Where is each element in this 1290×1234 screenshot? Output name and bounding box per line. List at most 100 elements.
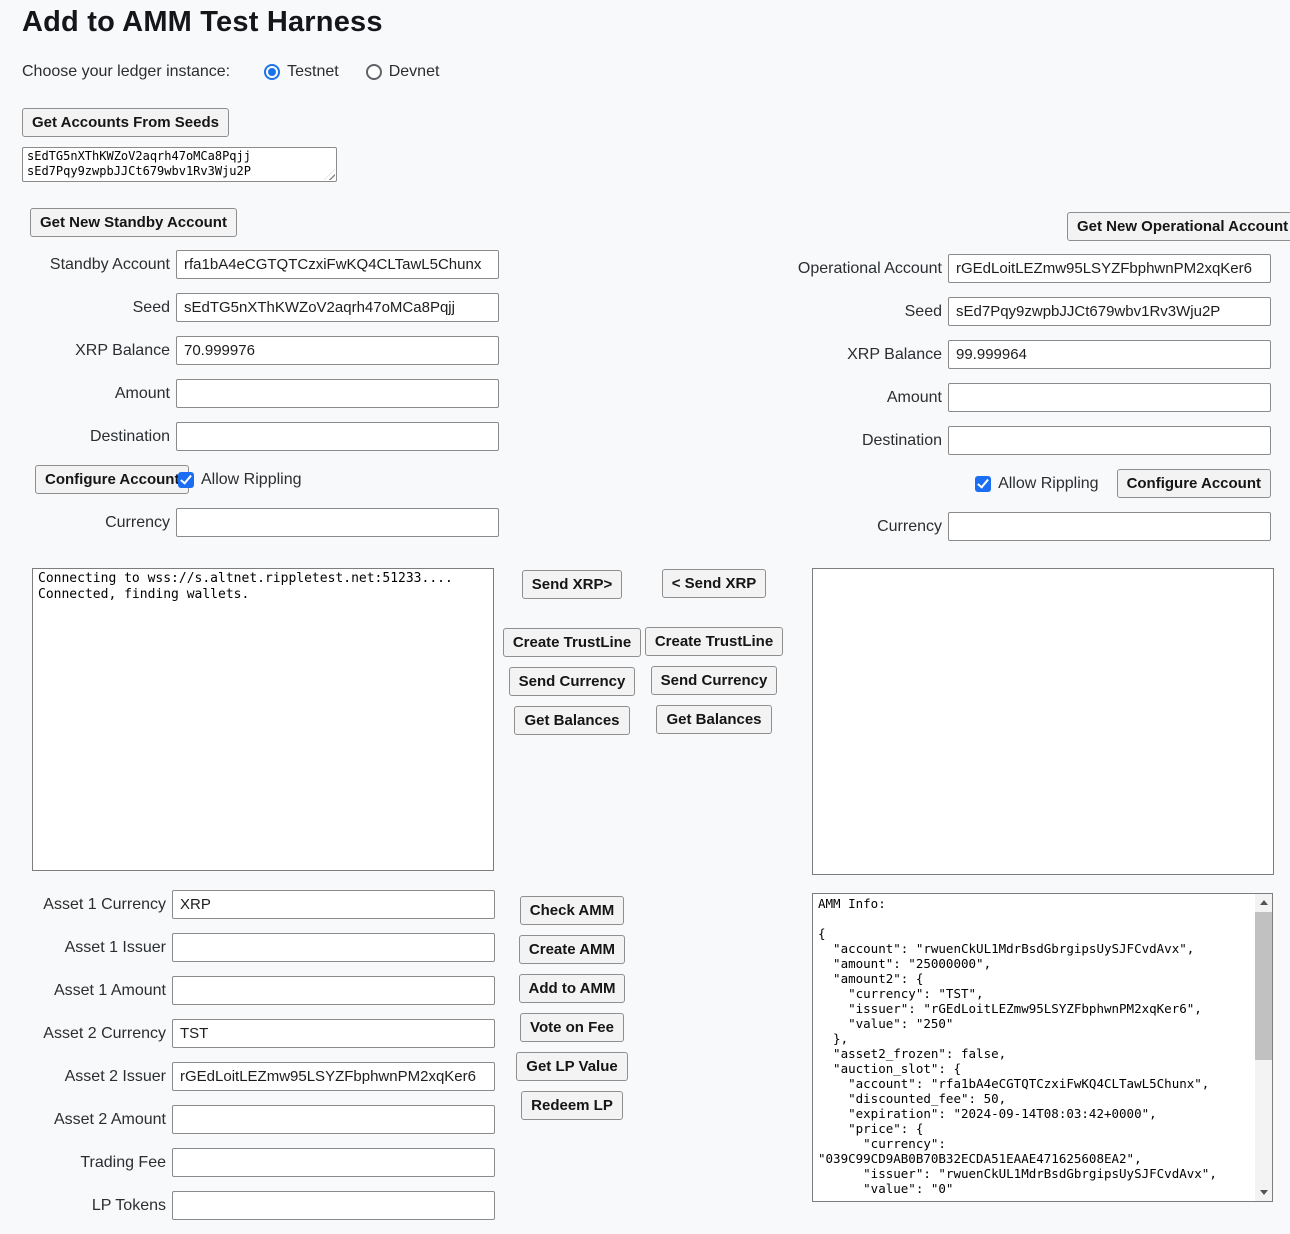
operational-amount-row: Amount <box>625 383 1271 412</box>
standby-amount-label: Amount <box>115 385 170 403</box>
operational-currency-label: Currency <box>877 518 942 536</box>
operational-currency-row: Currency <box>625 512 1271 541</box>
operational-results-text <box>813 569 1273 573</box>
standby-seed-row: Seed <box>0 293 499 322</box>
allow-rippling-label: Allow Rippling <box>998 475 1099 493</box>
standby-get-balances-button[interactable]: Get Balances <box>514 706 629 735</box>
seeds-textarea[interactable] <box>22 147 337 182</box>
lp-tokens-input[interactable] <box>172 1191 495 1220</box>
standby-currency-input[interactable] <box>176 508 499 537</box>
standby-balance-label: XRP Balance <box>75 342 170 360</box>
radio-testnet[interactable]: Testnet <box>264 63 339 81</box>
operational-account-input[interactable] <box>948 254 1271 283</box>
page-title: Add to AMM Test Harness <box>22 6 383 39</box>
create-amm-button[interactable]: Create AMM <box>519 935 625 964</box>
standby-balance-row: XRP Balance <box>0 336 499 365</box>
devnet-radio-icon[interactable] <box>366 64 382 80</box>
asset2-amount-label: Asset 2 Amount <box>54 1111 166 1129</box>
standby-actions-column: Send XRP> Create TrustLine Send Currency… <box>509 570 635 745</box>
asset1-amount-input[interactable] <box>172 976 495 1005</box>
operational-balance-label: XRP Balance <box>847 346 942 364</box>
amm-info-box[interactable]: AMM Info: { "account": "rwuenCkUL1MdrBsd… <box>812 893 1273 1202</box>
operational-create-trustline-button[interactable]: Create TrustLine <box>645 627 783 656</box>
standby-create-trustline-button[interactable]: Create TrustLine <box>503 628 641 657</box>
operational-form: Operational Account Seed XRP Balance Amo… <box>625 254 1271 555</box>
operational-seed-row: Seed <box>625 297 1271 326</box>
allow-rippling-label: Allow Rippling <box>201 471 302 489</box>
standby-destination-row: Destination <box>0 422 499 451</box>
scroll-up-icon[interactable] <box>1255 894 1272 911</box>
asset2-issuer-input[interactable] <box>172 1062 495 1091</box>
get-accounts-from-seeds-button[interactable]: Get Accounts From Seeds <box>22 108 229 137</box>
asset2-amount-row: Asset 2 Amount <box>0 1105 495 1134</box>
scroll-down-icon[interactable] <box>1255 1184 1272 1201</box>
amm-info-scrollbar[interactable] <box>1255 894 1272 1201</box>
operational-destination-input[interactable] <box>948 426 1271 455</box>
ledger-instance-label: Choose your ledger instance: <box>22 63 230 81</box>
operational-amount-input[interactable] <box>948 383 1271 412</box>
operational-balance-row: XRP Balance <box>625 340 1271 369</box>
operational-currency-input[interactable] <box>948 512 1271 541</box>
testnet-radio-label: Testnet <box>287 63 339 81</box>
testnet-radio-icon[interactable] <box>264 64 280 80</box>
allow-rippling-checkbox[interactable] <box>975 476 991 492</box>
operational-get-balances-button[interactable]: Get Balances <box>656 705 771 734</box>
standby-allow-rippling[interactable]: Allow Rippling <box>178 471 308 489</box>
trading-fee-input[interactable] <box>172 1148 495 1177</box>
asset1-currency-input[interactable] <box>172 890 495 919</box>
asset2-issuer-row: Asset 2 Issuer <box>0 1062 495 1091</box>
check-amm-button[interactable]: Check AMM <box>520 896 624 925</box>
standby-send-currency-button[interactable]: Send Currency <box>509 667 636 696</box>
standby-form: Standby Account Seed XRP Balance Amount … <box>0 250 499 551</box>
standby-account-label: Standby Account <box>50 256 170 274</box>
get-new-standby-account-button[interactable]: Get New Standby Account <box>30 208 237 237</box>
get-new-operational-account-button[interactable]: Get New Operational Account <box>1067 212 1290 241</box>
vote-on-fee-button[interactable]: Vote on Fee <box>520 1013 624 1042</box>
lp-tokens-label: LP Tokens <box>92 1197 166 1215</box>
standby-destination-label: Destination <box>90 428 170 446</box>
standby-account-input[interactable] <box>176 250 499 279</box>
standby-balance-input[interactable] <box>176 336 499 365</box>
standby-results-box[interactable]: Connecting to wss://s.altnet.rippletest.… <box>32 568 494 871</box>
standby-log-text: Connecting to wss://s.altnet.rippletest.… <box>33 569 493 605</box>
operational-destination-label: Destination <box>862 432 942 450</box>
operational-results-box[interactable] <box>812 568 1274 875</box>
asset2-issuer-label: Asset 2 Issuer <box>65 1068 166 1086</box>
operational-account-label: Operational Account <box>798 260 942 278</box>
scrollbar-thumb[interactable] <box>1255 912 1272 1060</box>
operational-amount-label: Amount <box>887 389 942 407</box>
operational-seed-input[interactable] <box>948 297 1271 326</box>
allow-rippling-checkbox[interactable] <box>178 472 194 488</box>
send-xrp-left-button[interactable]: < Send XRP <box>662 569 767 598</box>
standby-amount-input[interactable] <box>176 379 499 408</box>
asset1-issuer-input[interactable] <box>172 933 495 962</box>
standby-currency-row: Currency <box>0 508 499 537</box>
standby-amount-row: Amount <box>0 379 499 408</box>
amm-form: Asset 1 Currency Asset 1 Issuer Asset 1 … <box>0 890 495 1234</box>
amm-actions-column: Check AMM Create AMM Add to AMM Vote on … <box>509 896 635 1130</box>
trading-fee-label: Trading Fee <box>80 1154 166 1172</box>
seeds-textarea-wrap <box>22 147 337 182</box>
operational-actions-column: < Send XRP Create TrustLine Send Currenc… <box>651 569 777 744</box>
get-lp-value-button[interactable]: Get LP Value <box>516 1052 627 1081</box>
operational-configure-row: Allow Rippling Configure Account <box>625 469 1271 498</box>
asset2-currency-input[interactable] <box>172 1019 495 1048</box>
standby-seed-input[interactable] <box>176 293 499 322</box>
standby-account-row: Standby Account <box>0 250 499 279</box>
operational-balance-input[interactable] <box>948 340 1271 369</box>
standby-configure-row: Configure Account Allow Rippling <box>0 465 499 494</box>
standby-configure-account-button[interactable]: Configure Account <box>35 465 189 494</box>
redeem-lp-button[interactable]: Redeem LP <box>521 1091 623 1120</box>
asset2-amount-input[interactable] <box>172 1105 495 1134</box>
operational-send-currency-button[interactable]: Send Currency <box>651 666 778 695</box>
standby-destination-input[interactable] <box>176 422 499 451</box>
radio-devnet[interactable]: Devnet <box>366 63 440 81</box>
operational-configure-account-button[interactable]: Configure Account <box>1117 469 1271 498</box>
operational-account-row: Operational Account <box>625 254 1271 283</box>
asset1-currency-label: Asset 1 Currency <box>43 896 166 914</box>
asset1-amount-label: Asset 1 Amount <box>54 982 166 1000</box>
send-xrp-right-button[interactable]: Send XRP> <box>522 570 622 599</box>
operational-allow-rippling[interactable]: Allow Rippling <box>975 475 1105 493</box>
add-to-amm-button[interactable]: Add to AMM <box>519 974 626 1003</box>
devnet-radio-label: Devnet <box>389 63 440 81</box>
